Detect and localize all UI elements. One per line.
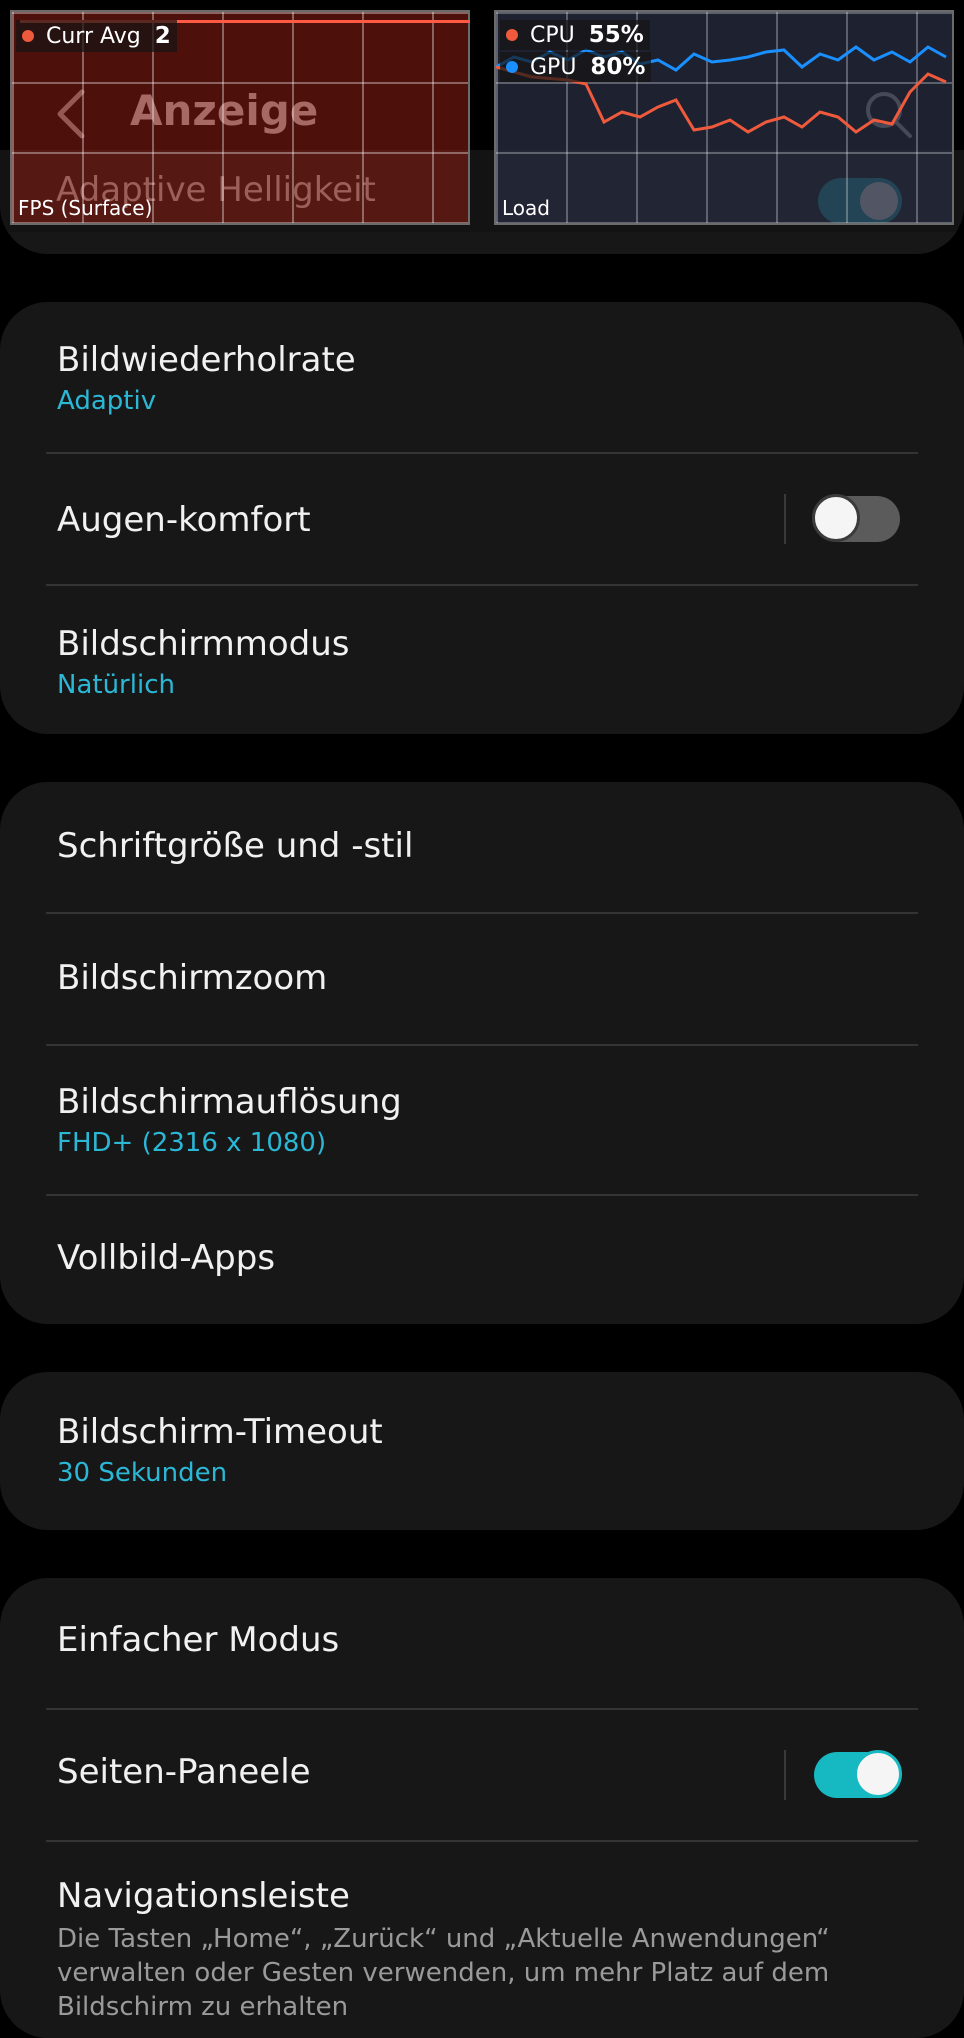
chevron-left-icon bbox=[57, 89, 85, 139]
row-screen-timeout[interactable]: Bildschirm-Timeout 30 Sekunden bbox=[0, 1372, 964, 1530]
font-size-title: Schriftgröße und -stil bbox=[57, 826, 414, 866]
row-font-size[interactable]: Schriftgröße und -stil bbox=[0, 782, 964, 912]
settings-card-navigation: Einfacher Modus Seiten-Paneele Navigatio… bbox=[0, 1578, 964, 2038]
row-edge-panels[interactable]: Seiten-Paneele bbox=[0, 1710, 964, 1840]
row-navigation-bar[interactable]: Navigationsleiste Die Tasten „Home“, „Zu… bbox=[0, 1842, 964, 2038]
search-button[interactable] bbox=[862, 84, 916, 144]
fullscreen-apps-title: Vollbild-Apps bbox=[57, 1238, 276, 1278]
adaptive-brightness-toggle[interactable] bbox=[818, 178, 902, 224]
page-title: Anzeige bbox=[130, 86, 319, 135]
settings-card-text: Schriftgröße und -stil Bildschirmzoom Bi… bbox=[0, 782, 964, 1324]
navigation-bar-description: Die Tasten „Home“, „Zurück“ und „Aktuell… bbox=[57, 1924, 830, 2022]
screen-timeout-value: 30 Sekunden bbox=[57, 1458, 228, 1488]
row-screen-zoom[interactable]: Bildschirmzoom bbox=[0, 914, 964, 1044]
refresh-rate-title: Bildwiederholrate bbox=[57, 340, 356, 380]
screen-resolution-title: Bildschirmauflösung bbox=[57, 1082, 402, 1122]
navigation-bar-title: Navigationsleiste bbox=[57, 1876, 350, 1916]
search-icon bbox=[866, 92, 912, 138]
back-button[interactable] bbox=[52, 84, 92, 144]
screen-zoom-title: Bildschirmzoom bbox=[57, 958, 328, 998]
app-header: Anzeige Adaptive Helligkeit bbox=[0, 0, 964, 254]
row-eye-comfort[interactable]: Augen-komfort bbox=[0, 454, 964, 584]
edge-panels-toggle[interactable] bbox=[814, 1750, 902, 1798]
settings-card-timeout: Bildschirm-Timeout 30 Sekunden bbox=[0, 1372, 964, 1530]
easy-mode-title: Einfacher Modus bbox=[57, 1620, 340, 1660]
toggle-knob bbox=[854, 1750, 902, 1798]
row-easy-mode[interactable]: Einfacher Modus bbox=[0, 1578, 964, 1708]
separator bbox=[784, 1750, 786, 1800]
eye-comfort-toggle[interactable] bbox=[812, 494, 900, 542]
adaptive-brightness-label[interactable]: Adaptive Helligkeit bbox=[56, 170, 376, 210]
screen-mode-title: Bildschirmmodus bbox=[57, 624, 350, 664]
separator bbox=[784, 494, 786, 544]
toggle-knob bbox=[860, 182, 898, 220]
eye-comfort-title: Augen-komfort bbox=[57, 500, 311, 540]
row-fullscreen-apps[interactable]: Vollbild-Apps bbox=[0, 1196, 964, 1324]
row-screen-mode[interactable]: Bildschirmmodus Natürlich bbox=[0, 586, 964, 734]
toggle-knob bbox=[812, 494, 860, 542]
screen-resolution-value: FHD+ (2316 x 1080) bbox=[57, 1128, 327, 1158]
row-screen-resolution[interactable]: Bildschirmauflösung FHD+ (2316 x 1080) bbox=[0, 1046, 964, 1196]
refresh-rate-value: Adaptiv bbox=[57, 386, 157, 416]
settings-card-display: Bildwiederholrate Adaptiv Augen-komfort … bbox=[0, 302, 964, 734]
screen-timeout-title: Bildschirm-Timeout bbox=[57, 1412, 383, 1452]
row-refresh-rate[interactable]: Bildwiederholrate Adaptiv bbox=[0, 302, 964, 452]
edge-panels-title: Seiten-Paneele bbox=[57, 1752, 311, 1792]
screen-mode-value: Natürlich bbox=[57, 670, 175, 700]
